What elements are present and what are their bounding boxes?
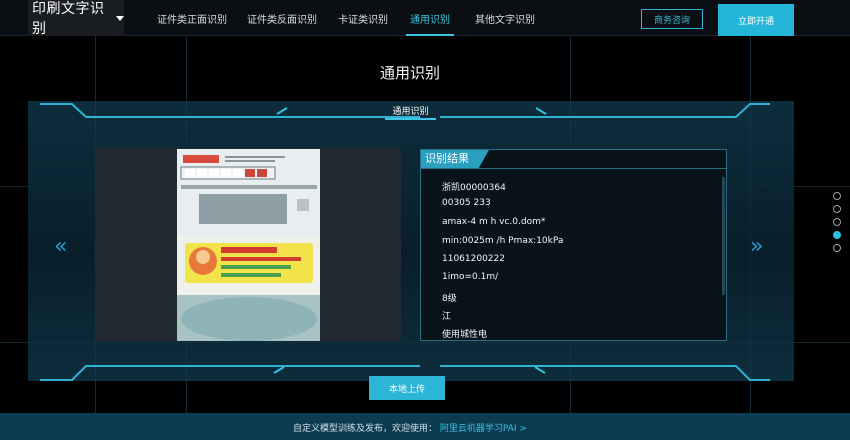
page-dot[interactable] [833, 205, 841, 213]
page-dot-active[interactable] [833, 231, 841, 239]
result-line: 浙凯00000364 [442, 183, 506, 193]
result-line: 8级 [442, 294, 457, 304]
footer-message: 自定义模型训练及发布，欢迎使用： [293, 424, 438, 434]
page-dot[interactable] [833, 244, 841, 252]
result-header-divider [421, 168, 726, 169]
double-chevron-right-icon[interactable]: » [750, 234, 763, 259]
page-dot[interactable] [833, 218, 841, 226]
activate-now-button[interactable]: 立即开通 [718, 4, 794, 36]
page-indicator [833, 192, 843, 257]
footer-bar: 自定义模型训练及发布，欢迎使用： 阿里云机器学习PAI > [0, 413, 850, 440]
result-line: 使用城性电 [442, 330, 488, 340]
product-switcher[interactable]: 印刷文字识别 [28, 0, 124, 37]
tab-general-recognition[interactable]: 通用识别 [385, 104, 436, 117]
result-line: min:0025m /h Pmax:10kPa [442, 236, 564, 246]
result-scrollbar[interactable] [722, 177, 725, 295]
pai-link[interactable]: 阿里云机器学习PAI > [440, 424, 527, 434]
nav-tab-id-front[interactable]: 证件类正面识别 [157, 0, 227, 36]
local-upload-button[interactable]: 本地上传 [369, 376, 445, 400]
result-header: 识别结果 [421, 150, 489, 168]
caret-down-icon [116, 15, 124, 21]
page-title: 通用识别 [379, 64, 440, 82]
nav-tab-other[interactable]: 其他文字识别 [475, 0, 535, 36]
nav-tab-id-back[interactable]: 证件类反面识别 [247, 0, 317, 36]
page-dot[interactable] [833, 192, 841, 200]
business-consult-button[interactable]: 商务咨询 [641, 9, 703, 29]
result-line: 11061200222 [442, 254, 505, 264]
product-title: 印刷文字识别 [32, 1, 105, 37]
nav-tab-card[interactable]: 卡证类识别 [338, 0, 388, 36]
top-navigation-bar: 印刷文字识别 证件类正面识别 证件类反面识别 卡证类识别 通用识别 其他文字识别… [0, 0, 850, 37]
double-chevron-left-icon[interactable]: « [54, 234, 67, 259]
nav-tab-general[interactable]: 通用识别 [406, 0, 454, 36]
gas-meter-photo [177, 149, 320, 341]
result-line: amax-4 m h vc.0.dom* [442, 217, 546, 227]
result-line: 00305 233 [442, 198, 491, 208]
result-line: 1imo=0.1m/ [442, 272, 499, 282]
footer-text: 自定义模型训练及发布，欢迎使用： 阿里云机器学习PAI > [0, 421, 820, 434]
tab-underline [385, 118, 436, 120]
result-line: 江 [442, 312, 452, 322]
